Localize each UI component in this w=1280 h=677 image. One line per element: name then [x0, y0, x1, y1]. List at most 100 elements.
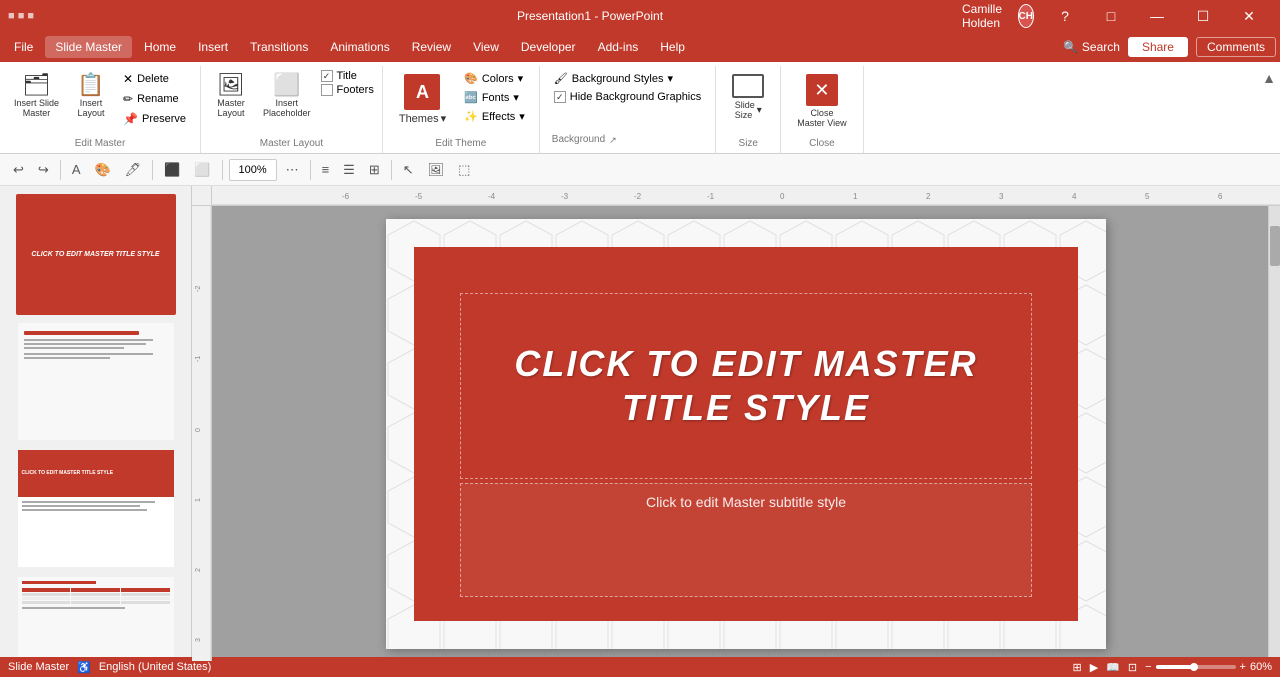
- background-expand-icon[interactable]: ↗: [609, 135, 617, 146]
- zoom-in-button[interactable]: +: [1240, 661, 1246, 673]
- close-master-label: CloseMaster View: [797, 108, 846, 128]
- slide-canvas[interactable]: CLICK TO EDIT MASTER TITLE STYLE Click t…: [386, 219, 1106, 649]
- menu-transitions[interactable]: Transitions: [240, 36, 318, 58]
- master-layout-icon: 🖼: [217, 74, 245, 96]
- search-label[interactable]: Search: [1082, 40, 1120, 54]
- help-icon[interactable]: ?: [1042, 0, 1088, 32]
- thumb-title-3: CLICK TO EDIT MASTER TITLE STYLE: [22, 470, 114, 476]
- edit-theme-group: A Themes ▾ 🎨 Colors ▾ 🔤 Fonts ▾: [383, 66, 540, 153]
- user-name: Camille Holden: [962, 2, 1010, 30]
- image-button[interactable]: 🖼: [423, 159, 450, 181]
- background-content: 🖌 Background Styles ▾ ✓ Hide Background …: [548, 66, 707, 130]
- maximize-button[interactable]: ☐: [1180, 0, 1226, 32]
- focus-icon[interactable]: ⊡: [1128, 661, 1137, 674]
- ruler-corner: [192, 186, 212, 206]
- insert-layout-button[interactable]: 📋 InsertLayout: [69, 70, 113, 122]
- ribbon: 🗂 Insert SlideMaster 📋 InsertLayout ✕ De…: [0, 62, 1280, 154]
- bg-styles-button[interactable]: 🖌 Background Styles ▾: [548, 70, 707, 87]
- svg-text:5: 5: [1145, 192, 1150, 201]
- svg-text:4: 4: [1072, 192, 1077, 201]
- zoom-level[interactable]: 60%: [1250, 661, 1272, 673]
- menu-home[interactable]: Home: [134, 36, 186, 58]
- menu-view[interactable]: View: [463, 36, 509, 58]
- close-master-view-button[interactable]: ✕ CloseMaster View: [789, 70, 854, 132]
- window-title: Presentation1 - PowerPoint: [128, 9, 1052, 23]
- distribute-button[interactable]: ⊞: [364, 159, 385, 181]
- bg-styles-label: Background Styles: [572, 73, 664, 85]
- vertical-scrollbar[interactable]: [1268, 206, 1280, 661]
- footers-checkbox[interactable]: [321, 84, 333, 96]
- normal-view-icon[interactable]: ⊞: [1072, 661, 1081, 674]
- undo-button[interactable]: ↩: [8, 159, 29, 181]
- slide-thumb-2[interactable]: [16, 321, 176, 442]
- redo-button[interactable]: ↪: [33, 159, 54, 181]
- master-layout-label: MasterLayout: [217, 98, 245, 118]
- slide-size-button[interactable]: SlideSize ▾: [724, 70, 772, 124]
- subtitle-placeholder[interactable]: Click to edit Master subtitle style: [460, 483, 1032, 597]
- bg-options-col: 🖌 Background Styles ▾ ✓ Hide Background …: [548, 70, 707, 105]
- font-color-button[interactable]: A: [67, 159, 86, 180]
- menu-developer[interactable]: Developer: [511, 36, 586, 58]
- accessibility-icon[interactable]: ♿: [77, 661, 91, 674]
- close-button[interactable]: ✕: [1226, 0, 1272, 32]
- menu-addins[interactable]: Add-ins: [588, 36, 649, 58]
- zoom-out-button[interactable]: −: [1145, 661, 1151, 673]
- colors-button[interactable]: 🎨 Colors ▾: [458, 70, 531, 87]
- slide-thumb-3[interactable]: CLICK TO EDIT MASTER TITLE STYLE: [16, 448, 176, 569]
- insert-slide-master-button[interactable]: 🗂 Insert SlideMaster: [8, 70, 65, 122]
- insert-layout-icon: 📋: [77, 74, 104, 96]
- close-label: Close: [789, 136, 854, 153]
- fonts-button[interactable]: 🔤 Fonts ▾: [458, 89, 531, 106]
- insert-placeholder-button[interactable]: ⬜ InsertPlaceholder: [257, 70, 317, 122]
- zoom-slider[interactable]: [1156, 665, 1236, 669]
- theme-options-col: 🎨 Colors ▾ 🔤 Fonts ▾ ✨ Effects ▾: [458, 70, 531, 125]
- reading-view-icon[interactable]: 📖: [1106, 661, 1120, 674]
- title-placeholder[interactable]: CLICK TO EDIT MASTER TITLE STYLE: [460, 293, 1032, 479]
- close-group: ✕ CloseMaster View Close: [781, 66, 863, 153]
- group-button[interactable]: ⬚: [453, 159, 475, 181]
- menu-animations[interactable]: Animations: [320, 36, 399, 58]
- bg-styles-icon: 🖌: [554, 72, 568, 85]
- themes-dropdown-icon: ▾: [441, 112, 447, 125]
- slide-thumb-1[interactable]: CLICK TO EDIT MASTER TITLE STYLE: [16, 194, 176, 315]
- menu-help[interactable]: Help: [650, 36, 695, 58]
- slide-show-icon[interactable]: ▶: [1090, 661, 1098, 674]
- svg-text:0: 0: [780, 192, 785, 201]
- restore-icon[interactable]: □: [1088, 0, 1134, 32]
- edit-master-content: 🗂 Insert SlideMaster 📋 InsertLayout ✕ De…: [8, 66, 192, 136]
- master-layout-button[interactable]: 🖼 MasterLayout: [209, 70, 253, 122]
- svg-text:-2: -2: [195, 286, 202, 292]
- fill-color-button[interactable]: 🎨: [89, 159, 115, 181]
- line-color-button[interactable]: 🖊: [120, 159, 147, 181]
- menu-insert[interactable]: Insert: [188, 36, 238, 58]
- effects-button[interactable]: ✨ Effects ▾: [458, 108, 531, 125]
- search-area: 🔍 Search: [1063, 40, 1120, 54]
- more-shapes-button[interactable]: ⋯: [281, 159, 304, 181]
- minimize-button[interactable]: —: [1134, 0, 1180, 32]
- title-checkbox[interactable]: ✓: [321, 70, 333, 82]
- vertical-scroll-thumb[interactable]: [1270, 226, 1280, 266]
- avatar[interactable]: CH: [1018, 4, 1034, 28]
- menu-file[interactable]: File: [4, 36, 43, 58]
- colors-dropdown-icon: ▾: [518, 72, 524, 85]
- delete-button[interactable]: ✕ Delete: [117, 70, 192, 88]
- align-center-button[interactable]: ☰: [338, 159, 360, 181]
- shapes-button[interactable]: ⬛: [159, 159, 185, 181]
- arrange-button[interactable]: ⬜: [189, 159, 215, 181]
- canvas-area: -6 -5 -4 -3 -2 -1 0 1 2 3 4 5 6 -2 -1 0: [192, 186, 1280, 661]
- rename-button[interactable]: ✏ Rename: [117, 90, 192, 108]
- slide-thumb-4[interactable]: [16, 575, 176, 661]
- zoom-input[interactable]: [229, 159, 277, 181]
- comments-button[interactable]: Comments: [1196, 37, 1276, 57]
- hide-bg-checkbox[interactable]: ✓: [554, 91, 566, 103]
- menu-review[interactable]: Review: [402, 36, 461, 58]
- themes-button[interactable]: A Themes ▾: [391, 70, 454, 129]
- menu-slide-master[interactable]: Slide Master: [45, 36, 132, 58]
- preserve-button[interactable]: 📌 Preserve: [117, 110, 192, 128]
- edit-master-col: ✕ Delete ✏ Rename 📌 Preserve: [117, 70, 192, 128]
- ribbon-collapse-button[interactable]: ▲: [1258, 66, 1280, 153]
- select-button[interactable]: ↖: [398, 159, 419, 181]
- share-button[interactable]: Share: [1128, 37, 1188, 57]
- svg-text:3: 3: [195, 638, 202, 642]
- align-left-button[interactable]: ≡: [317, 159, 335, 180]
